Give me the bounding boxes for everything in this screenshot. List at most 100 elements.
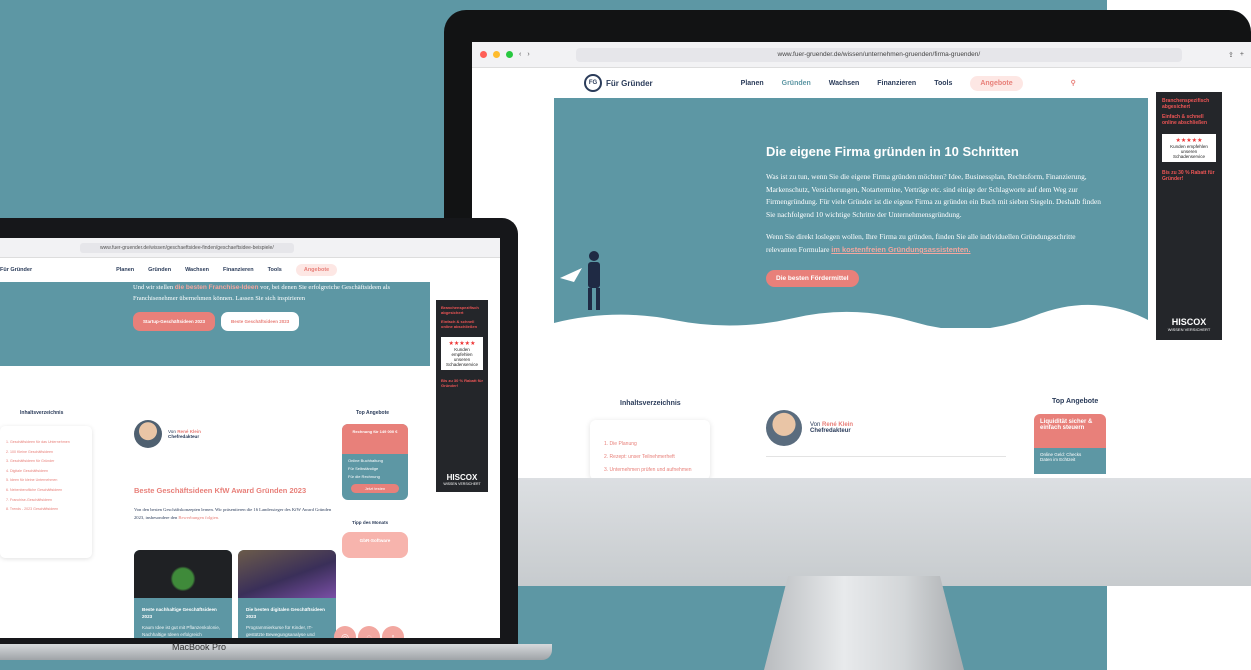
maximize-icon[interactable] [506, 51, 513, 58]
new-tab-icon[interactable]: + [1240, 51, 1244, 58]
ad-line-1: Branchenspezifisch abgesichert [1162, 98, 1210, 110]
toc-item[interactable]: 2. 100 Kleine Geschäftsideen [6, 448, 86, 458]
avatar [766, 410, 802, 446]
toc-item[interactable]: 1. Geschäftsideen für das Unternehmen [6, 438, 86, 448]
hiscox-ad-banner[interactable]: Branchenspezifisch abgesichert Einfach &… [436, 300, 488, 492]
bewerbungen-link[interactable]: Bewerbungen folgten. [178, 515, 219, 520]
url-text: www.fuer-gruender.de/wissen/unternehmen-… [777, 51, 981, 58]
offer-card[interactable]: Rechnung für 149 000 € Online Buchhaltun… [342, 424, 408, 500]
section-paragraph: Von den besten Geschäftskonzepten lernen… [134, 507, 332, 520]
settings-fab-icon[interactable]: ◎ [334, 626, 356, 638]
assistant-link[interactable]: im kostenfreien Gründungsassistenten. [831, 245, 970, 254]
ad-review-card: ★★★★★ Kunden empfehlen unseren Schadenser… [441, 337, 483, 370]
author-role: Chefredakteur [810, 428, 851, 434]
author-box: Von René Klein Chefredakteur [766, 410, 853, 446]
nav-wachsen[interactable]: Wachsen [829, 80, 859, 87]
macbook-site-nav: Für Gründer Planen Gründen Wachsen Finan… [0, 258, 500, 282]
nav-tools[interactable]: Tools [934, 80, 952, 87]
ad-line-2: Einfach & schnell online abschließen [1162, 114, 1208, 126]
offer-card[interactable]: Liquidität sicher & einfach steuern Onli… [1034, 414, 1106, 474]
offer-title: Liquidität sicher & einfach steuern [1034, 414, 1106, 448]
forward-icon[interactable]: › [527, 51, 529, 58]
imac-browser-toolbar: ‹ › www.fuer-gruender.de/wissen/unterneh… [472, 42, 1251, 68]
logo-text[interactable]: Für Gründer [0, 267, 32, 273]
best-ideas-button[interactable]: Beste Geschäftsideen 2023 [221, 312, 300, 331]
hero-paragraph-1: Was ist zu tun, wenn Sie die eigene Firm… [766, 172, 1101, 219]
imac-site-nav: FG Für Gründer Planen Gründen Wachsen Fi… [554, 68, 1148, 98]
imac-stand [764, 576, 964, 670]
hero-title: Die eigene Firma gründen in 10 Schritten [766, 144, 1019, 159]
top-offers-title: Top Angebote [1052, 398, 1099, 405]
laptop-image [238, 550, 336, 598]
logo-text: Für Gründer [606, 78, 653, 88]
imac-chin [444, 478, 1251, 586]
toc-item[interactable]: 2. Rezept: unser Teilnehmerheft [604, 451, 696, 464]
toc-item[interactable]: 8. Trends - 2023 Geschäftsideen [6, 505, 86, 515]
hiscox-logo: HISCOX WISSEN VERSICHERT [1167, 317, 1211, 332]
imac-screen: ‹ › www.fuer-gruender.de/wissen/unterneh… [472, 42, 1251, 478]
search-icon[interactable]: ⚲ [1071, 79, 1076, 87]
toc-title: Inhaltsverzeichnis [20, 410, 64, 416]
close-icon[interactable] [480, 51, 487, 58]
site-logo[interactable]: FG Für Gründer [584, 74, 653, 92]
macbook-browser-toolbar: www.fuer-gruender.de/wissen/geschaeftsid… [0, 238, 500, 258]
toc-title: Inhaltsverzeichnis [620, 400, 681, 407]
hero-paragraph-2: Wenn Sie direkt loslegen wollen, Ihre Fi… [766, 232, 1076, 254]
avatar [134, 420, 162, 448]
hero-wave [554, 304, 1148, 338]
founder-illustration [560, 251, 600, 310]
stars-icon: ★★★★★ [1175, 138, 1203, 144]
article-card[interactable]: Beste nachhaltige Geschäftsideen 2023 Ka… [134, 550, 232, 638]
offer-cta-button[interactable]: Jetzt testen [351, 484, 399, 493]
scroll-top-fab-icon[interactable]: ↑ [382, 626, 404, 638]
toc-item[interactable]: 1. Die Planung [604, 438, 696, 451]
offer-list: Online Geld: Checks Daten im Echtzeit [1034, 448, 1106, 474]
ad-review-card: ★★★★★ Kunden empfehlen unseren Schadense… [1162, 134, 1216, 162]
nav-finanzieren[interactable]: Finanzieren [223, 267, 254, 273]
toc-item[interactable]: 7. Franchise-Geschäftsideen [6, 496, 86, 506]
section-heading: Beste Geschäftsideen KfW Award Gründen 2… [134, 486, 307, 495]
tipp-title: Tipp des Monats [352, 520, 389, 525]
franchise-link[interactable]: die besten Franchise-Ideen [175, 284, 259, 291]
nav-finanzieren[interactable]: Finanzieren [877, 80, 916, 87]
macbook-hero: Und wir stellen die besten Franchise-Ide… [0, 282, 430, 366]
toc-item[interactable]: 3. Unternehmen prüfen und aufnehmen [604, 464, 696, 477]
imac-url-bar[interactable]: www.fuer-gruender.de/wissen/unternehmen-… [575, 47, 1183, 62]
imac-hero: Die eigene Firma gründen in 10 Schritten… [554, 98, 1148, 338]
startup-ideas-button[interactable]: Startup-Geschäftsideen 2023 [133, 312, 216, 331]
nav-planen[interactable]: Planen [116, 267, 134, 273]
macbook-screen: www.fuer-gruender.de/wissen/geschaeftsid… [0, 238, 500, 638]
macbook-device: www.fuer-gruender.de/wissen/geschaeftsid… [0, 218, 518, 658]
toc-box: 1. Die Planung 2. Rezept: unser Teilnehm… [590, 420, 710, 478]
nav-wachsen[interactable]: Wachsen [185, 267, 209, 273]
nav-gruenden[interactable]: Gründen [148, 267, 171, 273]
imac-device: ‹ › www.fuer-gruender.de/wissen/unterneh… [444, 10, 1251, 586]
share-icon[interactable]: ⇪ [1228, 51, 1234, 59]
macbook-base [0, 644, 552, 660]
hiscox-ad-banner[interactable]: Branchenspezifisch abgesichert Einfach &… [1156, 92, 1222, 340]
nav-planen[interactable]: Planen [741, 80, 764, 87]
nav-angebote-button[interactable]: Angebote [295, 264, 338, 276]
nav-tools[interactable]: Tools [268, 267, 282, 273]
nav-gruenden[interactable]: Gründen [782, 80, 811, 87]
author-box: Von René Klein Chefredakteur [134, 420, 201, 448]
imac-site: FG Für Gründer Planen Gründen Wachsen Fi… [554, 68, 1148, 338]
toc-item[interactable]: 5. Ideen für kleine Unternehmen [6, 476, 86, 486]
back-icon[interactable]: ‹ [519, 51, 521, 58]
plant-image [134, 550, 232, 598]
nav-angebote-button[interactable]: Angebote [970, 75, 1023, 91]
tipp-button[interactable]: GbR-Software [342, 532, 408, 558]
article-card[interactable]: Die besten digitalen Geschäftsideen 2023… [238, 550, 336, 638]
minimize-icon[interactable] [493, 51, 500, 58]
toc-box: 1. Geschäftsideen für das Unternehmen 2.… [0, 426, 92, 558]
toc-item[interactable]: 6. Nebenberufliche Geschäftsideen [6, 486, 86, 496]
chat-fab-icon[interactable]: ◌ [358, 626, 380, 638]
divider [766, 456, 1006, 457]
foerdermittel-button[interactable]: Die besten Fördermittel [766, 269, 859, 287]
top-offers-title: Top Angebote [356, 410, 390, 416]
toc-item[interactable]: 4. Digitale Geschäftsideen [6, 467, 86, 477]
hiscox-logo: HISCOX WISSEN VERSICHERT [443, 473, 481, 486]
macbook-label: MacBook Pro [172, 642, 227, 652]
toc-item[interactable]: 3. Geschäftsideen für Gründer [6, 457, 86, 467]
macbook-url-bar[interactable]: www.fuer-gruender.de/wissen/geschaeftsid… [80, 242, 294, 253]
